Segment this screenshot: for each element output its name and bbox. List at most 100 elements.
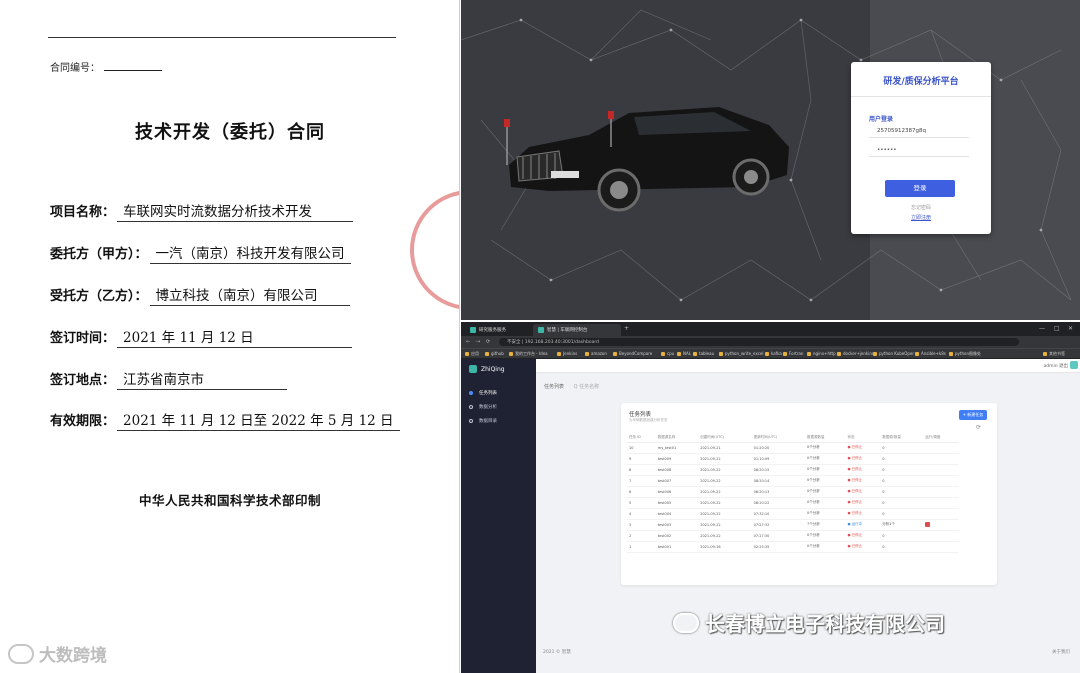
- field-label: 签订地点：: [50, 373, 116, 388]
- field-contractor: 受托方（乙方）： 博立科技（南京）有限公司: [50, 284, 350, 306]
- table-row[interactable]: 4 test004 2021-09-22 07:32:10 0个分析 ● 已停止 0: [627, 508, 959, 520]
- back-icon[interactable]: ←: [466, 339, 470, 345]
- sidebar-item-analysis[interactable]: 数据分析: [461, 401, 536, 413]
- table-cell-id: 4: [627, 508, 656, 520]
- maximize-button[interactable]: □: [1054, 325, 1060, 332]
- bookmark-item[interactable]: 其他书签: [1043, 351, 1065, 357]
- table-cell-count: 0: [880, 475, 924, 487]
- breadcrumb-current: 任务列表: [544, 384, 565, 390]
- table-row[interactable]: 2 test002 2021-09-22 07:27:30 0个分析 ● 已停止 0: [627, 530, 959, 542]
- url-input[interactable]: 不安全 | 192.168.203.40:3001/dashboard: [499, 338, 1019, 346]
- search-input[interactable]: Q 任务名称: [574, 384, 600, 390]
- reload-icon[interactable]: ⟳: [486, 339, 490, 345]
- forward-icon[interactable]: →: [476, 339, 480, 345]
- table-row[interactable]: 5 test005 2021-09-22 08:20:22 0个分析 ● 已停止 0: [627, 497, 959, 509]
- bookmark-item[interactable]: Fortran: [783, 351, 803, 356]
- tab-label: 研究服务服务: [479, 328, 506, 333]
- close-button[interactable]: ✕: [1068, 325, 1073, 332]
- username-field[interactable]: 25705912387g8q: [869, 125, 969, 138]
- table-row[interactable]: 3 test003 2021-09-22 07:27:32 7个分析 ● 运行中 分析1个: [627, 519, 959, 531]
- tab-dashboard[interactable]: 智慧 | 车联网控制台: [533, 324, 621, 336]
- bookmarks-bar: 应用 github 我的工作台 - Idea Jenkins amazon Be…: [461, 348, 1080, 358]
- bookmark-item[interactable]: python KubeOper: [873, 351, 914, 356]
- login-card: 研发/质保分析平台 用户登录 25705912387g8q •••••• 登录 …: [851, 62, 991, 234]
- bookmark-item[interactable]: nginx+http: [807, 351, 836, 356]
- table-cell-sources: 0个分析: [804, 530, 846, 542]
- table-cell-status: ● 已停止: [845, 453, 881, 465]
- table-row[interactable]: 1 test001 2021-09-16 02:25:35 0个分析 ● 已停止 0: [627, 541, 959, 553]
- bookmark-item[interactable]: BeyondCompare: [613, 351, 652, 356]
- password-field[interactable]: ••••••: [869, 144, 969, 157]
- field-validity: 有效期限： 2021 年 11 月 12 日至 2022 年 5 月 12 日: [50, 409, 400, 431]
- minimize-button[interactable]: —: [1039, 325, 1045, 332]
- refresh-icon[interactable]: ⟳: [976, 424, 981, 431]
- table-cell-id: 8: [627, 464, 656, 476]
- register-link[interactable]: 立即注册: [851, 214, 991, 221]
- bookmark-item[interactable]: kafka: [765, 351, 782, 356]
- table-cell-op: [923, 519, 959, 531]
- top-bar: admin 退出: [536, 359, 1080, 373]
- screenshot-collage: 合同编号： 技术开发（委托）合同 项目名称： 车联网实时流数据分析技术开发 委托…: [0, 0, 1080, 673]
- table-cell-sources: 0个分析: [804, 453, 846, 465]
- bookmark-item[interactable]: 我的工作台 - Idea: [509, 351, 548, 357]
- bookmark-item[interactable]: docker+jenkins: [837, 351, 874, 356]
- table-cell-name: test004: [655, 508, 699, 520]
- table-cell-count: 0: [880, 442, 924, 454]
- table-cell-op: [923, 464, 959, 476]
- tab-research[interactable]: 研究服务服务: [465, 324, 531, 336]
- sidebar-item-tasks[interactable]: 任务列表: [461, 387, 536, 399]
- field-project-name: 项目名称： 车联网实时流数据分析技术开发: [50, 200, 354, 222]
- chat-bubble-icon: [8, 643, 34, 664]
- divider: [851, 96, 991, 97]
- table-cell-created: 2021-09-22: [698, 497, 752, 509]
- bookmark-item[interactable]: Jenkins: [557, 351, 577, 356]
- bookmark-item[interactable]: python图像处: [949, 351, 981, 357]
- delete-icon[interactable]: [925, 521, 931, 527]
- bookmark-item[interactable]: Ansible+k8s: [915, 351, 946, 356]
- bookmark-item[interactable]: 应用: [465, 351, 479, 357]
- sidebar-item-label: 任务列表: [479, 391, 497, 396]
- table-row[interactable]: 9 test009 2021-09-22 01:10:09 0个分析 ● 已停止 0: [627, 453, 959, 465]
- table-cell-updated: 08:20:14: [751, 475, 805, 487]
- field-value: 一汽（南京）科技开发有限公司: [149, 242, 351, 264]
- table-cell-created: 2021-09-22: [698, 530, 752, 542]
- forgot-password-link[interactable]: 忘记密码: [851, 204, 991, 211]
- table-row[interactable]: 10 my_test01 2021-09-21 01:20:20 0个分析 ● 已停止 0: [627, 442, 959, 454]
- table-cell-sources: 0个分析: [804, 464, 846, 476]
- footer-about-link[interactable]: 关于我们: [1052, 649, 1070, 655]
- bookmark-item[interactable]: cpu: [661, 351, 674, 356]
- table-cell-id: 7: [627, 475, 656, 487]
- table-row[interactable]: 8 test008 2021-09-22 08:20:15 0个分析 ● 已停止 0: [627, 464, 959, 476]
- table-cell-updated: 07:27:30: [751, 530, 805, 542]
- table-row[interactable]: 7 test007 2021-09-22 08:20:14 0个分析 ● 已停止 0: [627, 475, 959, 487]
- table-cell-updated: 02:25:35: [751, 541, 805, 553]
- new-tab-button[interactable]: +: [624, 325, 629, 332]
- sidebar-item-catalog[interactable]: 数据目录: [461, 415, 536, 427]
- table-cell-status: ● 已停止: [845, 497, 881, 509]
- table-cell-count: 分析1个: [880, 519, 924, 531]
- user-menu[interactable]: admin 退出: [1043, 363, 1068, 369]
- field-label: 受托方（乙方）：: [50, 289, 148, 304]
- app-brand: ZhiQing: [469, 365, 505, 373]
- table-cell-op: [923, 497, 959, 509]
- table-cell-status: ● 已停止: [845, 442, 881, 454]
- sedan-car-image: [504, 107, 789, 212]
- sidebar-item-label: 数据分析: [479, 405, 497, 410]
- address-bar-row: ← → ⟳ 不安全 | 192.168.203.40:3001/dashboar…: [461, 336, 1080, 348]
- bookmark-item[interactable]: amazon: [585, 351, 607, 356]
- company-watermark: 长春博立电子科技有限公司: [673, 608, 945, 637]
- bookmark-item[interactable]: python_write_excel: [719, 351, 764, 356]
- create-task-button[interactable]: + 新建任务: [959, 410, 987, 420]
- table-cell-created: 2021-09-22: [698, 508, 752, 520]
- bookmark-item[interactable]: tableau: [693, 351, 714, 356]
- table-cell-updated: 01:10:09: [751, 453, 805, 465]
- login-button[interactable]: 登录: [885, 180, 955, 197]
- table-row[interactable]: 6 test006 2021-09-22 08:20:13 0个分析 ● 已停止 0: [627, 486, 959, 498]
- avatar[interactable]: [1070, 361, 1078, 369]
- table-cell-name: my_test01: [655, 442, 699, 454]
- field-value: 博立科技（南京）有限公司: [149, 284, 350, 306]
- bookmark-item[interactable]: NAL: [677, 351, 691, 356]
- table-cell-count: 0: [880, 541, 924, 553]
- bookmark-item[interactable]: github: [485, 351, 504, 356]
- contract-number-label: 合同编号：: [50, 63, 100, 74]
